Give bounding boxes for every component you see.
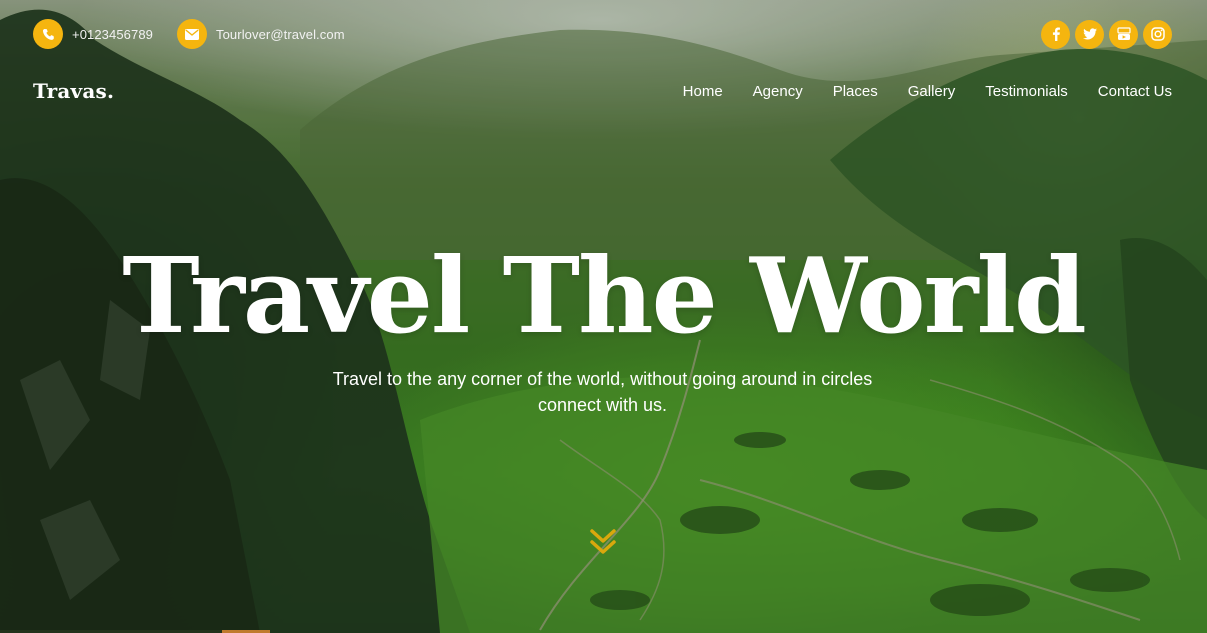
envelope-icon [177,19,207,49]
hero-subtitle: Travel to the any corner of the world, w… [332,369,873,415]
nav-item-home[interactable]: Home [683,83,723,100]
nav-item-places[interactable]: Places [833,83,878,100]
twitter-icon[interactable] [1075,19,1104,49]
nav-item-gallery[interactable]: Gallery [908,83,956,100]
facebook-icon[interactable] [1041,19,1070,49]
hero-title: Travel The World [122,234,1086,357]
double-chevron-down-icon[interactable] [588,527,618,557]
youtube-icon[interactable] [1109,19,1138,49]
nav-item-contact-us[interactable]: Contact Us [1098,83,1172,100]
primary-nav: Home Agency Places Gallery Testimonials … [683,83,1172,100]
email-address: Tourlover@travel.com [216,26,345,42]
phone-icon [33,19,63,49]
email-contact[interactable]: Tourlover@travel.com [177,19,345,49]
instagram-icon[interactable] [1143,19,1172,49]
main-navbar: Travas. Home Agency Places Gallery Testi… [33,76,1172,106]
top-bar: +0123456789 Tourlover@travel.com [33,19,1172,49]
phone-number: +0123456789 [72,26,153,42]
social-links [1041,19,1172,49]
phone-contact[interactable]: +0123456789 [33,19,153,49]
nav-item-testimonials[interactable]: Testimonials [985,83,1068,100]
nav-item-agency[interactable]: Agency [753,83,803,100]
brand-logo[interactable]: Travas. [33,79,114,103]
